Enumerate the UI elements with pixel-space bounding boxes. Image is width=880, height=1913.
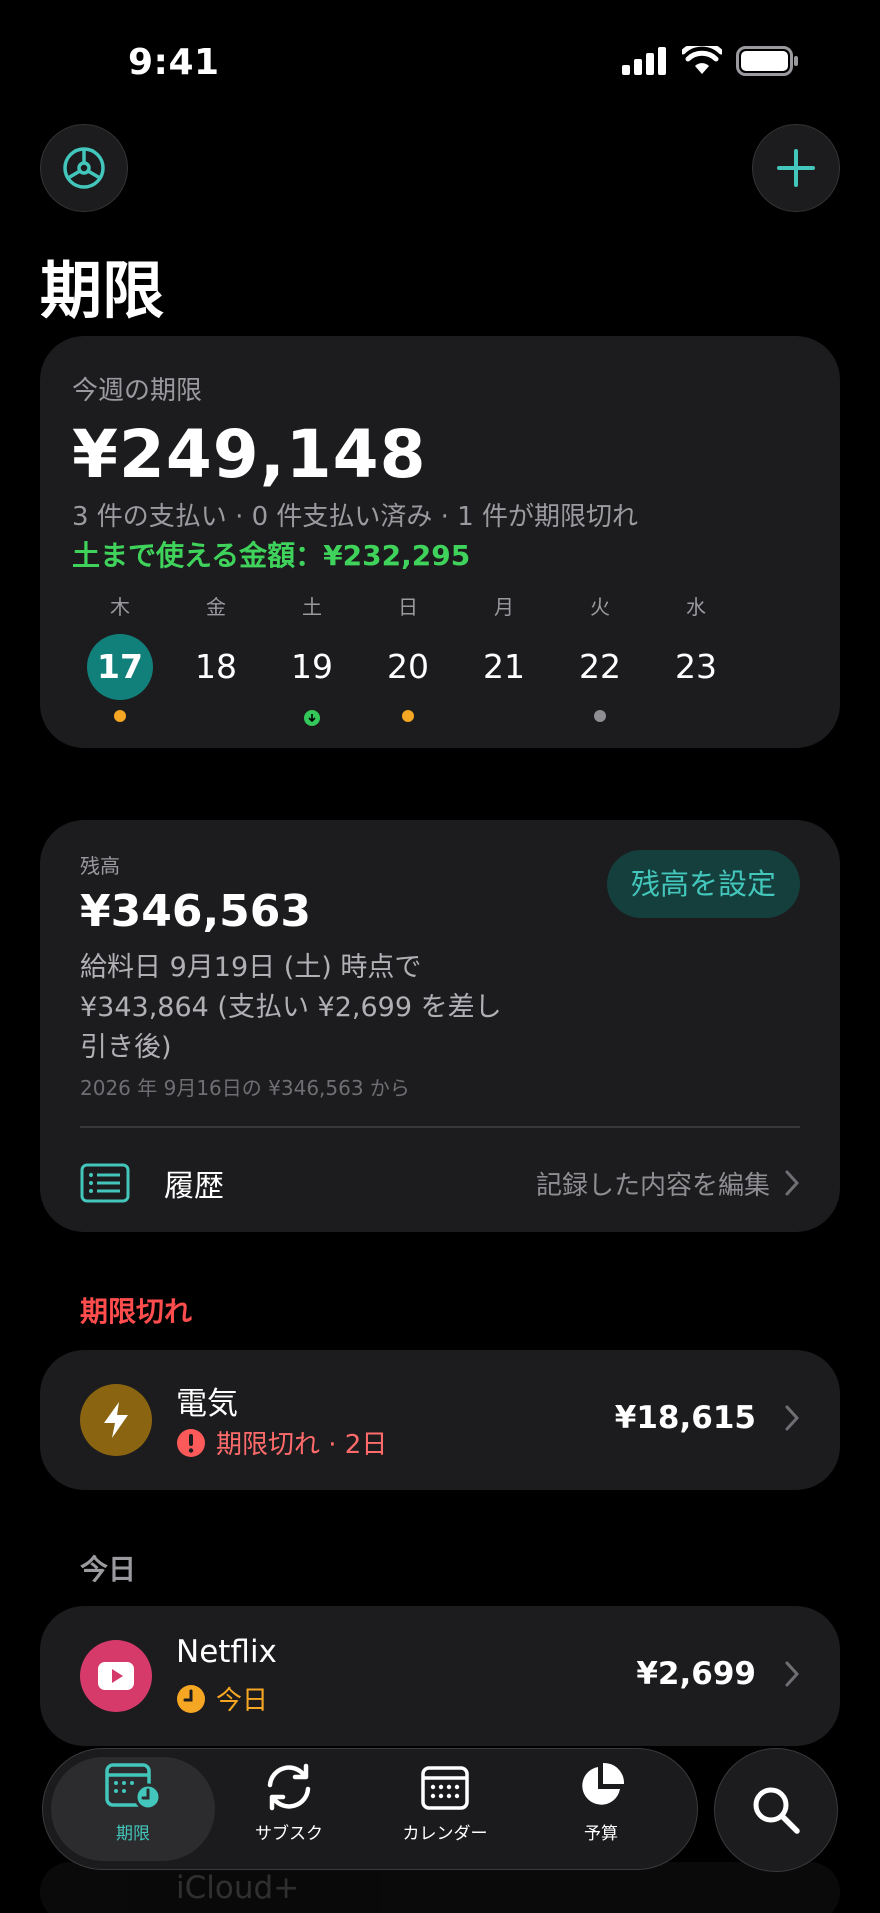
weekly-due-total: ¥249,148	[72, 416, 427, 493]
bill-status-text: 今日	[216, 1686, 269, 1716]
alert-icon	[177, 1428, 205, 1457]
search-button[interactable]	[714, 1748, 838, 1872]
day-weekday: 日	[398, 595, 418, 619]
bill-name: Netflix	[176, 1634, 277, 1670]
bill-amount: ¥2,699	[636, 1656, 756, 1692]
balance-label: 残高	[80, 854, 120, 878]
pie-chart-icon	[519, 1757, 683, 1813]
balance-description: 給料日 9月19日 (土) 時点で ¥343,864 (支払い ¥2,699 を…	[80, 952, 502, 1063]
week-day-strip: 木 17 金 18 土 19 日 20 月 21 火 22 水 23	[72, 592, 812, 732]
divider	[80, 1126, 800, 1128]
bill-name: 電気	[176, 1386, 238, 1422]
battery-icon	[736, 46, 798, 76]
plus-icon	[777, 149, 815, 187]
bill-item-electric[interactable]: 電気 期限切れ · 2日 ¥18,615	[40, 1350, 840, 1490]
day-item[interactable]: 水 23	[648, 592, 744, 700]
tab-due[interactable]: 期限	[51, 1757, 215, 1861]
balance-value: ¥346,563	[80, 886, 312, 937]
day-number: 18	[195, 647, 237, 686]
bill-item-netflix[interactable]: Netflix 今日 ¥2,699	[40, 1606, 840, 1746]
bill-status: 期限切れ · 2日	[176, 1424, 387, 1461]
day-weekday: 土	[302, 595, 322, 619]
history-edit-label: 記録した内容を編集	[535, 1170, 770, 1201]
day-item[interactable]: 木 17	[72, 592, 168, 722]
tab-label: 予算	[584, 1824, 618, 1844]
chevron-right-icon	[785, 1405, 800, 1431]
tab-calendar[interactable]: カレンダー	[363, 1757, 527, 1861]
calendar-icon	[363, 1757, 527, 1813]
bill-amount: ¥18,615	[614, 1400, 756, 1436]
clock-icon	[177, 1684, 205, 1713]
wifi-icon	[682, 46, 722, 74]
page-title: 期限	[40, 254, 165, 327]
settings-button[interactable]	[40, 124, 128, 212]
tab-label: 期限	[116, 1824, 150, 1844]
day-weekday: 月	[494, 595, 514, 619]
chevron-right-icon	[785, 1170, 800, 1196]
overdue-section-label: 期限切れ	[80, 1295, 193, 1328]
weekly-due-summary: 3 件の支払い · 0 件支払い済み · 1 件が期限切れ	[72, 502, 639, 532]
tab-subscriptions[interactable]: サブスク	[207, 1757, 371, 1861]
status-icons	[622, 46, 798, 76]
day-item[interactable]: 火 22	[552, 592, 648, 722]
cellular-signal-icon	[622, 47, 666, 75]
refresh-icon	[207, 1757, 371, 1813]
play-icon	[80, 1640, 152, 1712]
bill-status: 今日	[176, 1680, 268, 1717]
day-item[interactable]: 金 18	[168, 592, 264, 700]
day-weekday: 火	[590, 595, 610, 619]
tab-budget[interactable]: 予算	[519, 1757, 683, 1861]
search-icon	[753, 1787, 800, 1834]
day-number: 22	[579, 647, 621, 686]
history-title: 履歴	[164, 1169, 224, 1204]
steering-wheel-icon	[63, 147, 105, 189]
bill-name: iCloud+	[176, 1870, 300, 1906]
day-number: 17	[87, 634, 153, 700]
day-weekday: 金	[206, 595, 226, 619]
day-number: 23	[675, 647, 717, 686]
due-dot	[402, 710, 414, 722]
set-balance-button[interactable]: 残高を設定	[606, 850, 800, 918]
day-weekday: 水	[686, 595, 706, 619]
weekly-due-card: 今週の期限 ¥249,148 3 件の支払い · 0 件支払い済み · 1 件が…	[40, 336, 840, 748]
day-number: 21	[483, 647, 525, 686]
calendar-clock-icon	[51, 1757, 215, 1813]
status-bar: 9:41	[0, 0, 880, 130]
balance-from: 2026 年 9月16日の ¥346,563 から	[80, 1076, 410, 1100]
list-icon	[80, 1163, 130, 1203]
balance-card: 残高 ¥346,563 残高を設定 給料日 9月19日 (土) 時点で ¥343…	[40, 820, 840, 1232]
status-time: 9:41	[128, 42, 220, 83]
day-number: 20	[387, 647, 429, 686]
bolt-icon	[80, 1384, 152, 1456]
payday-arrow-icon	[304, 710, 320, 726]
day-weekday: 木	[110, 595, 130, 619]
day-item[interactable]: 日 20	[360, 592, 456, 722]
available-amount: 土まで使える金額：¥232,295	[72, 539, 471, 572]
tab-label: カレンダー	[402, 1824, 488, 1844]
bill-status-text: 期限切れ · 2日	[216, 1430, 388, 1460]
day-item[interactable]: 土 19	[264, 592, 360, 726]
day-item[interactable]: 月 21	[456, 592, 552, 700]
today-section-label: 今日	[80, 1553, 137, 1586]
tab-label: サブスク	[255, 1824, 323, 1844]
add-button[interactable]	[752, 124, 840, 212]
chevron-right-icon	[785, 1661, 800, 1687]
due-dot	[594, 710, 606, 722]
history-row[interactable]: 履歴 記録した内容を編集	[80, 1146, 800, 1220]
tab-bar: 期限 サブスク カレンダー 予算	[42, 1748, 698, 1870]
day-number: 19	[291, 647, 333, 686]
weekly-due-label: 今週の期限	[72, 376, 203, 406]
due-dot	[114, 710, 126, 722]
